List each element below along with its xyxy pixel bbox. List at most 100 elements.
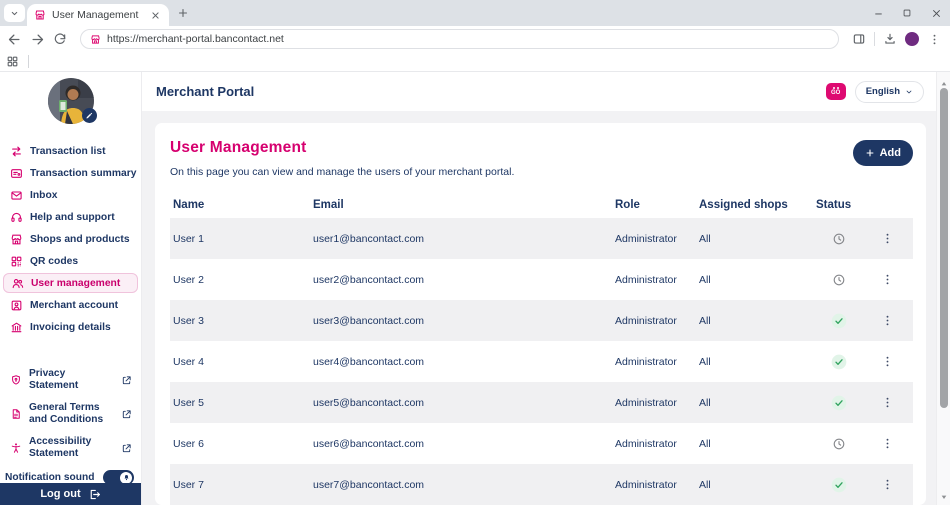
sidebar-item-label: Shops and products (30, 233, 130, 245)
column-header-assigned-shops: Assigned shops (699, 198, 788, 211)
legal-link-privacy-statement[interactable]: Privacy Statement (0, 368, 141, 392)
browser-tab[interactable]: User Management (27, 4, 169, 26)
sidebar-item-qr-codes[interactable]: QR codes (0, 250, 141, 272)
window-minimize-icon[interactable] (872, 7, 884, 19)
legal-link-label: General Terms and Conditions (29, 402, 104, 426)
external-link-icon (121, 443, 132, 454)
table-row: User 3 user3@bancontact.com Administrator A… (170, 300, 913, 341)
sidebar-item-shops-and-products[interactable]: Shops and products (0, 228, 141, 250)
assigned-shops-cell: All (699, 314, 711, 327)
sidebar-item-label: Invoicing details (30, 321, 111, 333)
store-favicon-icon (90, 34, 101, 45)
tab-close-icon[interactable] (148, 8, 162, 22)
external-link-icon (121, 375, 132, 386)
page-title: User Management (170, 139, 307, 156)
legal-link-accessibility-statement[interactable]: Accessibility Statement (0, 436, 141, 460)
logout-arrow-icon (88, 488, 101, 501)
browser-toolbar: https://merchant-portal.bancontact.net (0, 26, 950, 52)
chevron-down-icon (905, 88, 913, 96)
scrollbar-thumb[interactable] (940, 88, 948, 408)
sidebar-item-label: Transaction summary (30, 167, 137, 179)
tab-search-button[interactable] (4, 4, 25, 22)
column-header-status: Status (816, 198, 852, 211)
side-panel-icon[interactable] (851, 31, 867, 47)
avatar-edit-badge[interactable] (81, 108, 97, 123)
user-role-cell: Administrator (615, 478, 677, 491)
window-close-icon[interactable] (930, 7, 942, 19)
summary-icon (10, 167, 23, 180)
user-email-cell: user5@bancontact.com (313, 396, 425, 409)
user-role-cell: Administrator (615, 437, 677, 450)
bookmarks-bar (0, 52, 950, 72)
user-email-cell: user3@bancontact.com (313, 314, 425, 327)
table-row: User 4 user4@bancontact.com Administrator A… (170, 341, 913, 382)
sidebar-item-invoicing-details[interactable]: Invoicing details (0, 316, 141, 338)
content-area: User Management On this page you can vie… (142, 111, 936, 505)
notification-sound-label: Notification sound (5, 472, 95, 484)
portal-title: Merchant Portal (156, 84, 255, 99)
language-selector[interactable]: English (854, 80, 924, 103)
legal-link-general-terms-and-conditions[interactable]: General Terms and Conditions (0, 402, 141, 426)
column-header-email: Email (313, 198, 344, 211)
shop-icon (10, 233, 23, 246)
user-role-cell: Administrator (615, 396, 677, 409)
assigned-shops-cell: All (699, 273, 711, 286)
url-bar[interactable]: https://merchant-portal.bancontact.net (80, 29, 839, 49)
download-icon[interactable] (882, 31, 898, 47)
user-role-cell: Administrator (615, 273, 677, 286)
browser-profile-avatar[interactable] (905, 32, 919, 46)
logout-button[interactable]: Log out (0, 483, 141, 505)
sidebar-item-user-management[interactable]: User management (3, 273, 138, 293)
table-header-row: Name Email Role Assigned shops Status (170, 191, 913, 218)
sidebar-item-inbox[interactable]: Inbox (0, 184, 141, 206)
row-menu-kebab-icon[interactable] (877, 310, 897, 332)
sidebar: Transaction list Transaction summary Inbox… (0, 72, 142, 505)
toggle-knob (120, 471, 132, 484)
user-role-cell: Administrator (615, 232, 677, 245)
window-maximize-icon[interactable] (901, 7, 913, 19)
scroll-down-icon[interactable] (940, 493, 948, 501)
row-menu-kebab-icon[interactable] (877, 269, 897, 291)
status-active-check-icon (813, 477, 865, 493)
back-icon[interactable] (6, 31, 22, 47)
row-menu-kebab-icon[interactable] (877, 228, 897, 250)
sidebar-item-merchant-account[interactable]: Merchant account (0, 294, 141, 316)
forward-icon[interactable] (29, 31, 45, 47)
user-email-cell: user1@bancontact.com (313, 232, 425, 245)
row-menu-kebab-icon[interactable] (877, 433, 897, 455)
assigned-shops-cell: All (699, 437, 711, 450)
user-name-cell: User 6 (173, 437, 204, 450)
browser-menu-kebab-icon[interactable] (926, 31, 942, 47)
row-menu-kebab-icon[interactable] (877, 474, 897, 496)
legal-link-label: Privacy Statement (29, 368, 79, 392)
status-active-check-icon (813, 354, 865, 370)
row-menu-kebab-icon[interactable] (877, 351, 897, 373)
sidebar-item-transaction-list[interactable]: Transaction list (0, 140, 141, 162)
add-user-button[interactable]: Add (852, 140, 913, 166)
row-actions-cell (865, 228, 913, 250)
assigned-shops-cell: All (699, 478, 711, 491)
user-email-cell: user4@bancontact.com (313, 355, 425, 368)
sidebar-item-help-and-support[interactable]: Help and support (0, 206, 141, 228)
sidebar-item-transaction-summary[interactable]: Transaction summary (0, 162, 141, 184)
browser-tab-strip: User Management (0, 0, 950, 26)
new-tab-button[interactable] (176, 6, 190, 20)
user-name-cell: User 3 (173, 314, 204, 327)
assigned-shops-cell: All (699, 232, 711, 245)
user-name-cell: User 5 (173, 396, 204, 409)
apps-grid-icon[interactable] (6, 55, 19, 68)
store-favicon-icon (34, 9, 46, 21)
user-email-cell: user7@bancontact.com (313, 478, 425, 491)
row-actions-cell (865, 474, 913, 496)
inbox-icon (10, 189, 23, 202)
merchant-icon (10, 299, 23, 312)
row-actions-cell (865, 433, 913, 455)
main-area: Merchant Portal GO English User Manageme… (142, 72, 936, 505)
row-actions-cell (865, 269, 913, 291)
reload-icon[interactable] (52, 31, 68, 47)
terms-icon (10, 408, 22, 420)
qr-icon (10, 255, 23, 268)
row-menu-kebab-icon[interactable] (877, 392, 897, 414)
language-label: English (865, 86, 900, 97)
scroll-up-icon[interactable] (940, 80, 948, 88)
